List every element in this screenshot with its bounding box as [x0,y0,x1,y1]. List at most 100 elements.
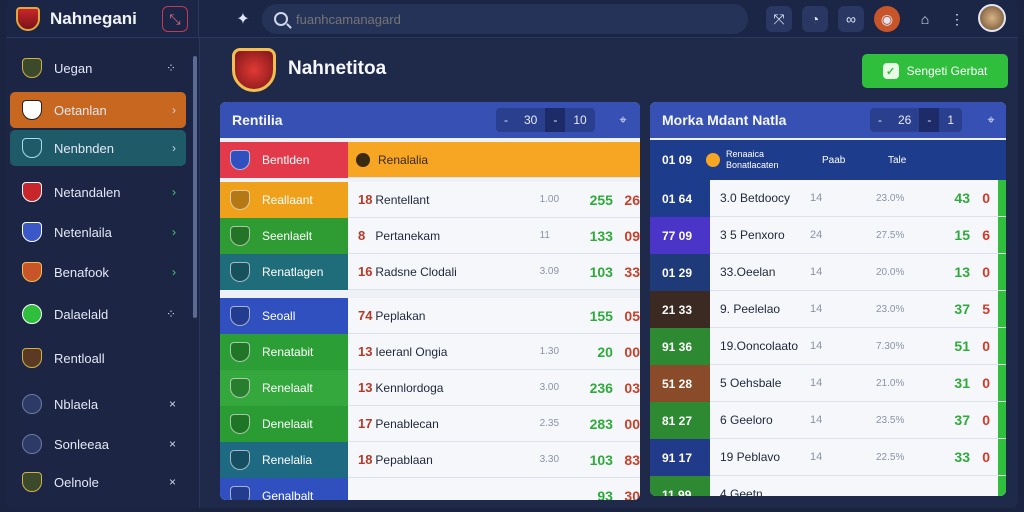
player-cell: 13 Ieeranl Ongia 1.30 20 00 [348,334,640,370]
wins-value: 33 [954,449,970,465]
close-icon[interactable]: × [169,397,176,411]
sidebar-item[interactable]: Nenbnden › [10,130,186,166]
pin-icon[interactable]: ⌖ [980,108,1002,132]
team-name: 19.Ooncolaato [720,339,799,353]
sidebar-item[interactable]: Benafook › [10,254,186,290]
chevron-right-icon: › [172,225,176,239]
team-name: Bentlden [262,153,310,167]
table-row[interactable]: 81 27 6 Geeloro 14 23.5% 37 0 [650,402,1006,439]
team-name: Renelaalt [262,381,313,395]
sidebar-item[interactable]: Netandalen › [10,174,186,210]
table-row[interactable]: 91 17 19 Peblavo 14 22.5% 33 0 [650,439,1006,476]
sidebar-item[interactable]: Oetanlan › [10,92,186,128]
table-row[interactable]: Seoall 74 Peplakan 155 05 [220,298,640,334]
player-number: 16 [358,264,373,279]
brand-name: Nahnegani [50,9,137,28]
table-row[interactable]: Genalbalt 93 30 [220,478,640,500]
score-value: 283 [589,415,613,432]
left-panel-controls[interactable]: - 30 - 10 [496,108,595,132]
score-value: 05 [624,307,640,324]
sidebar-item[interactable]: Uegan ⁘ [10,50,186,86]
score-value: 103 [589,263,613,280]
sidebar-item[interactable]: Netenlaila › [10,214,186,250]
more-icon[interactable]: ⋮ [944,6,970,32]
search-input[interactable] [296,11,736,27]
link-icon[interactable]: ∞ [838,6,864,32]
stats-icon[interactable]: ◔ [802,6,828,32]
minus-icon[interactable]: - [545,108,566,132]
team-cell: 33.Oeelan 14 20.0% 13 0 [710,254,1006,291]
table-row[interactable]: Renatabit 13 Ieeranl Ongia 1.30 20 00 [220,334,640,370]
table-row[interactable]: Bentlden Renalalia [220,142,640,178]
sidebar-item[interactable]: Rentloall [10,340,186,376]
rank-cell: 01 64 [650,180,710,217]
minus-icon[interactable]: - [870,113,890,127]
wins-value: 13 [954,264,970,280]
player-cell: 74 Peplakan 155 05 [348,298,640,334]
player-cell: 16 Radsne Clodali 3.09 103 33 [348,254,640,290]
sidebar-item-label: Rentloall [54,350,105,366]
table-row[interactable]: 91 36 19.Ooncolaato 14 7.30% 51 0 [650,328,1006,365]
player-cell: 17 Penablecan 2.35 283 00 [348,406,640,442]
minus-icon[interactable]: - [919,108,940,132]
sidebar-item-label: Netenlaila [54,224,112,240]
expand-icon[interactable]: ⤧ [766,6,792,32]
home-icon[interactable]: ⌂ [912,6,938,32]
brand[interactable]: Nahnegani [16,6,137,32]
team-crest-icon [230,306,250,326]
sidebar-scrollbar[interactable] [193,56,197,318]
count-value: 30 [524,113,538,127]
player-number: 13 [358,380,373,395]
club-crest-icon [232,48,276,92]
score-value: 133 [589,227,613,244]
table-row[interactable]: 01 29 33.Oeelan 14 20.0% 13 0 [650,254,1006,291]
team-crest-icon [22,100,42,120]
minus-icon[interactable]: - [496,113,516,127]
player-cell: 93 30 [348,478,640,500]
team-name: 3.0 Betdoocy [720,191,791,205]
team-badge-icon[interactable]: ◉ [874,6,900,32]
close-icon[interactable]: × [169,475,176,489]
table-row[interactable]: 77 09 3 5 Penxoro 24 27.5% 15 6 [650,217,1006,254]
team-cell: 3.0 Betdoocy 14 23.0% 43 0 [710,180,1006,217]
sidebar-item[interactable]: Dalaelald ⁘ [10,296,186,332]
twitter-icon[interactable]: ✦ [230,6,256,32]
right-panel-title: Morka Mdant Natla [662,112,787,128]
action-button[interactable]: ✓ Sengeti Gerbat [862,54,1008,88]
right-panel-controls[interactable]: - 26 - 1 [870,108,963,132]
status-bar [998,402,1006,438]
search-bar[interactable] [262,4,748,34]
table-row[interactable]: Renatlagen 16 Radsne Clodali 3.09 103 33 [220,254,640,290]
sidebar-item[interactable]: Nblaela × [10,386,186,422]
pin-icon[interactable]: ⌖ [612,108,634,132]
rank-value: 91 17 [662,450,693,465]
table-row[interactable]: Renelaalt 13 Kennlordoga 3.00 236 03 [220,370,640,406]
score-value: 26 [624,191,640,208]
brand-crest-icon [16,7,40,31]
table-row[interactable]: Renelalia 18 Pepablaan 3.30 103 83 [220,442,640,478]
sidebar-item[interactable]: Oelnole × [10,464,186,500]
close-icon[interactable]: × [169,437,176,451]
table-row[interactable]: 01 64 3.0 Betdoocy 14 23.0% 43 0 [650,180,1006,217]
status-bar [998,476,1006,496]
table-row[interactable]: Seenlaelt 8 Pertanekam 11 133 09 [220,218,640,254]
player-cell: 18 Pepablaan 3.30 103 83 [348,442,640,478]
table-row[interactable]: 51 28 5 Oehsbale 14 21.0% 31 0 [650,365,1006,402]
rank-cell: 81 27 [650,402,710,439]
team-name: Seoall [262,309,296,323]
app-window: Nahnegani ⤡ ✦ ⤧ ◔ ∞ ◉ ⌂ ⋮ Uegan ⁘ Oetanl… [6,0,1018,508]
score-value: 155 [589,307,613,324]
table-row[interactable]: Denelaait 17 Penablecan 2.35 283 00 [220,406,640,442]
sidebar-item[interactable]: Sonleeaa × [10,426,186,462]
table-row[interactable]: 21 33 9. Peelelao 14 23.0% 37 5 [650,291,1006,328]
avatar[interactable] [978,4,1006,32]
rank-cell: 11 99 [650,476,710,496]
table-row[interactable]: 11 99 4 Geetn [650,476,1006,496]
table-row[interactable]: Reallaant 18 Rentellant 1.00 255 26 [220,182,640,218]
team-header: Renaaica Bonatlacaten [726,149,822,171]
grid-icon: ⁘ [165,61,176,75]
collapse-icon[interactable]: ⤡ [162,6,188,32]
losses-value: 0 [982,190,990,206]
rank-cell: 21 33 [650,291,710,328]
played-value: 14 [810,340,823,352]
